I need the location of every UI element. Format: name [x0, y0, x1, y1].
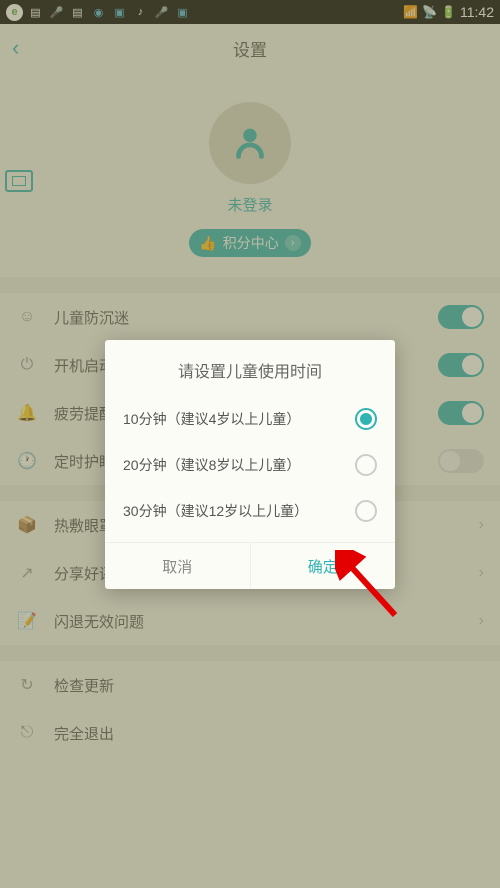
option-20min[interactable]: 20分钟（建议8岁以上儿童）	[105, 442, 395, 488]
option-label: 30分钟（建议12岁以上儿童）	[123, 501, 308, 521]
option-label: 20分钟（建议8岁以上儿童）	[123, 455, 300, 475]
dialog-title: 请设置儿童使用时间	[105, 340, 395, 396]
confirm-button[interactable]: 确定	[251, 543, 396, 589]
radio-button[interactable]	[355, 408, 377, 430]
option-10min[interactable]: 10分钟（建议4岁以上儿童）	[105, 396, 395, 442]
dialog-buttons: 取消 确定	[105, 542, 395, 589]
option-label: 10分钟（建议4岁以上儿童）	[123, 409, 300, 429]
cancel-button[interactable]: 取消	[105, 543, 251, 589]
radio-button[interactable]	[355, 500, 377, 522]
time-dialog: 请设置儿童使用时间 10分钟（建议4岁以上儿童） 20分钟（建议8岁以上儿童） …	[105, 340, 395, 589]
radio-button[interactable]	[355, 454, 377, 476]
option-30min[interactable]: 30分钟（建议12岁以上儿童）	[105, 488, 395, 534]
